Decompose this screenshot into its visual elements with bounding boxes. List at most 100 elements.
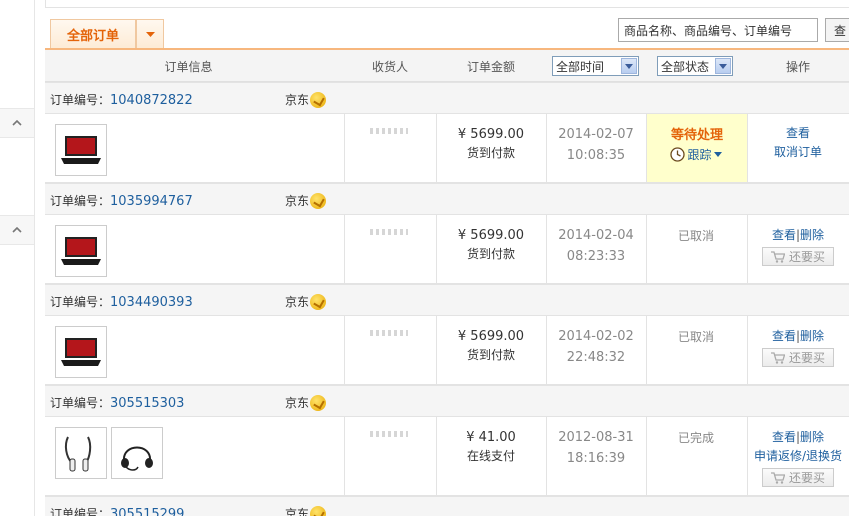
column-divider (344, 316, 345, 384)
shop-label: 京东 (285, 396, 310, 410)
order-header: 订单编号：1034490393 京东 (45, 284, 849, 316)
payment-method: 货到付款 (466, 348, 515, 362)
cart-icon (770, 250, 785, 263)
payment-method: 在线支付 (466, 449, 515, 463)
order-number-link[interactable]: 1040872822 (110, 93, 193, 108)
order-status-cell: 等待处理 跟踪 (647, 114, 747, 182)
order-number-link[interactable]: 1035994767 (110, 194, 193, 209)
shop-label: 京东 (285, 194, 310, 208)
order-ops: 查看|删除 还要买 (747, 226, 849, 266)
order-number-line: 订单编号：305515299 (50, 505, 184, 516)
order-number-label: 订单编号： (50, 93, 111, 107)
cancel-order-link[interactable]: 取消订单 (747, 143, 849, 162)
cart-icon (770, 471, 785, 484)
headset-image-icon (121, 446, 153, 471)
rebuy-label: 还要买 (788, 351, 825, 365)
view-delete-line: 查看|删除 (747, 327, 849, 346)
order-status: 等待处理 (670, 128, 723, 143)
order-ops: 查看 取消订单 (747, 124, 849, 162)
tab-all-orders[interactable]: 全部订单 (50, 19, 136, 49)
order-number-label: 订单编号： (50, 507, 111, 516)
product-thumbnail[interactable] (55, 124, 107, 176)
order-row: ¥ 41.00 在线支付 2012-08-31 18:16:39 已完成 查看|… (45, 417, 849, 496)
view-delete-line: 查看|删除 (747, 428, 849, 447)
view-order-link[interactable]: 查看 (772, 329, 796, 343)
rebuy-button[interactable]: 还要买 (762, 468, 834, 487)
collapse-button-1[interactable] (0, 108, 34, 138)
order-header: 订单编号：1040872822 京东 (45, 82, 849, 114)
amount-value: ¥ 5699.00 (457, 329, 525, 344)
clock-icon (670, 147, 686, 162)
order-number-link[interactable]: 305515303 (110, 396, 184, 411)
shop-label: 京东 (285, 507, 310, 516)
order-number-link[interactable]: 1034490393 (110, 295, 193, 310)
rebuy-label: 还要买 (788, 250, 825, 264)
order-amount: ¥ 5699.00 货到付款 (436, 125, 546, 163)
shop-label: 京东 (285, 93, 310, 107)
shop-name: 京东 (285, 394, 327, 411)
order-time: 2014-02-02 22:48:32 (546, 326, 646, 368)
select-arrow-icon (621, 58, 637, 74)
top-border (45, 0, 849, 8)
left-sidebar-strip (0, 0, 35, 516)
view-delete-line: 查看|删除 (747, 226, 849, 245)
amount-value: ¥ 5699.00 (457, 127, 525, 142)
shop-badge-icon (310, 505, 327, 516)
shop-name: 京东 (285, 192, 327, 209)
delete-order-link[interactable]: 删除 (800, 329, 824, 343)
product-thumbnail[interactable] (111, 427, 163, 479)
time-filter-value: 全部时间 (556, 59, 605, 74)
rebuy-label: 还要买 (788, 471, 825, 485)
order-number-label: 订单编号： (50, 194, 111, 208)
header-order-info: 订单信息 (164, 59, 213, 74)
order-clock-time: 08:23:33 (566, 249, 626, 264)
product-thumbnail[interactable] (55, 427, 107, 479)
column-divider (344, 417, 345, 495)
column-divider (344, 215, 345, 283)
payment-method: 货到付款 (466, 146, 515, 160)
order-toolbar: 全部订单 查 (45, 8, 849, 49)
order-time: 2014-02-04 08:23:33 (546, 225, 646, 267)
order-number-label: 订单编号： (50, 295, 111, 309)
delete-order-link[interactable]: 删除 (800, 430, 824, 444)
laptop-image-icon (61, 237, 101, 265)
order-status: 已取消 (677, 330, 714, 344)
status-filter-select[interactable]: 全部状态 (657, 56, 733, 76)
shop-badge-icon (310, 293, 327, 310)
delete-order-link[interactable]: 删除 (800, 228, 824, 242)
product-thumbnail[interactable] (55, 326, 107, 378)
view-order-link[interactable]: 查看 (747, 124, 849, 143)
order-search-input[interactable] (618, 18, 818, 42)
order-header: 订单编号：1035994767 京东 (45, 183, 849, 215)
rebuy-button[interactable]: 还要买 (762, 348, 834, 367)
order-number-link[interactable]: 305515299 (110, 507, 184, 516)
status-filter-value: 全部状态 (661, 59, 710, 74)
caret-down-icon (713, 152, 722, 157)
view-order-link[interactable]: 查看 (772, 228, 796, 242)
search-button[interactable]: 查 (825, 18, 849, 42)
track-link[interactable]: 跟踪 (670, 146, 723, 163)
chevron-up-icon (12, 227, 22, 233)
tab-dropdown-button[interactable] (136, 19, 164, 49)
return-exchange-link[interactable]: 申请返修/退换货 (747, 447, 849, 466)
order-amount: ¥ 5699.00 货到付款 (436, 226, 546, 264)
collapse-button-2[interactable] (0, 215, 34, 245)
order-number-line: 订单编号：305515303 (50, 394, 184, 411)
chevron-up-icon (12, 120, 22, 126)
order-row: ¥ 5699.00 货到付款 2014-02-07 10:08:35 等待处理 … (45, 114, 849, 183)
order-date: 2014-02-07 (558, 127, 634, 142)
column-divider (344, 114, 345, 182)
view-order-link[interactable]: 查看 (772, 430, 796, 444)
order-clock-time: 18:16:39 (566, 451, 626, 466)
shop-name: 京东 (285, 91, 327, 108)
product-thumbnail[interactable] (55, 225, 107, 277)
rebuy-button[interactable]: 还要买 (762, 247, 834, 266)
track-label: 跟踪 (687, 148, 712, 162)
cart-icon (770, 351, 785, 364)
order-clock-time: 10:08:35 (566, 148, 626, 163)
shop-badge-icon (310, 394, 327, 411)
time-filter-select[interactable]: 全部时间 (552, 56, 639, 76)
order-time: 2014-02-07 10:08:35 (546, 124, 646, 166)
column-divider (646, 215, 647, 283)
order-ops: 查看|删除 还要买 (747, 327, 849, 367)
